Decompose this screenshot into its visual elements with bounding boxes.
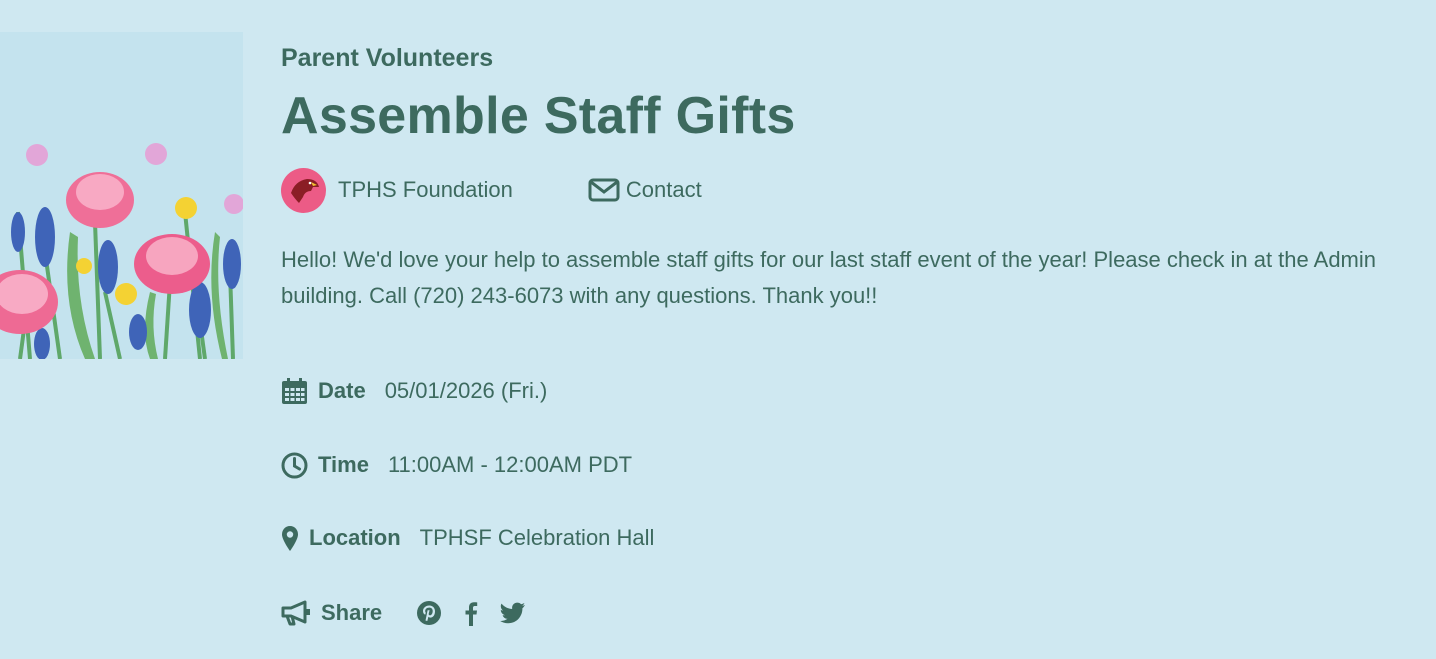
calendar-icon [282, 377, 307, 404]
date-value: 05/01/2026 (Fri.) [384, 378, 548, 403]
location-row: Location TPHSF Celebration Hall [281, 521, 654, 555]
time-row: Time 11:00AM - 12:00AM PDT [281, 448, 632, 482]
megaphone-icon [281, 600, 310, 626]
location-label: Location [309, 525, 401, 550]
date-row: Date 05/01/2026 (Fri.) [281, 374, 547, 408]
facebook-icon[interactable] [464, 600, 478, 626]
falcon-logo-icon [290, 179, 319, 203]
time-value: 11:00AM - 12:00AM PDT [387, 452, 633, 477]
organizer-row: TPHS Foundation Contact [281, 166, 702, 214]
event-title: Assemble Staff Gifts [281, 87, 796, 145]
social-links [416, 600, 526, 626]
clock-icon [281, 452, 308, 478]
organizer-name[interactable]: TPHS Foundation [338, 177, 513, 203]
share-label: Share [321, 600, 383, 625]
map-pin-icon [282, 525, 298, 551]
event-description: Hello! We'd love your help to assemble s… [281, 247, 1377, 308]
event-image [0, 32, 243, 359]
event-category: Parent Volunteers [281, 44, 494, 72]
contact-label: Contact [625, 177, 702, 202]
date-label: Date [318, 378, 366, 403]
contact-link[interactable]: Contact [588, 177, 702, 203]
twitter-icon[interactable] [500, 602, 526, 624]
location-value[interactable]: TPHSF Celebration Hall [420, 525, 655, 551]
avatar[interactable] [281, 167, 326, 213]
envelope-icon [588, 178, 620, 202]
time-label: Time [318, 452, 369, 477]
share-row: Share [281, 596, 526, 630]
pinterest-icon[interactable] [416, 600, 442, 626]
